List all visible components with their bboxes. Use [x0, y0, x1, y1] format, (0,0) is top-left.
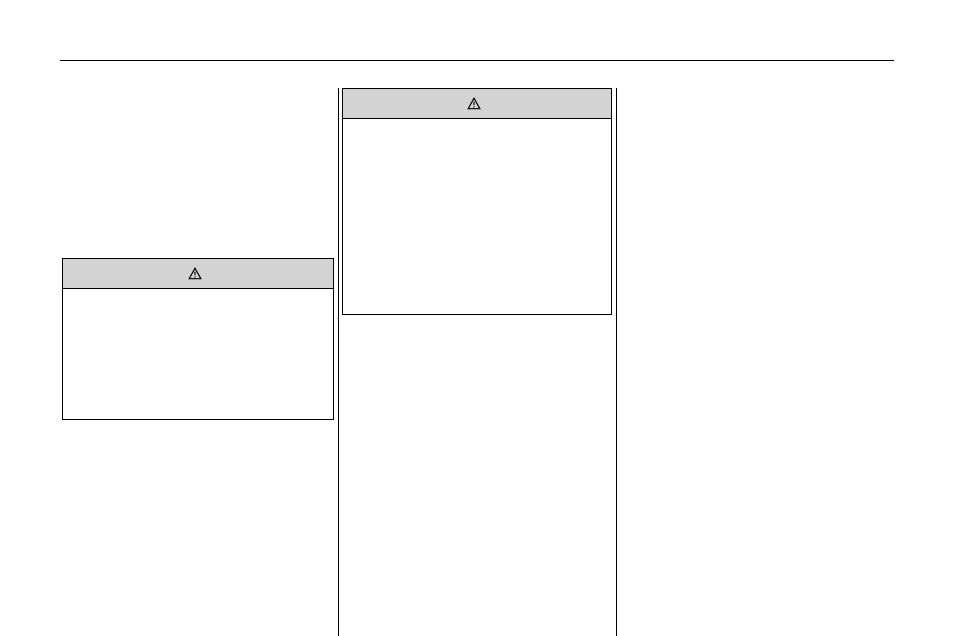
- caution-box: [342, 88, 612, 315]
- column-1: [60, 88, 338, 636]
- page-content: [60, 60, 894, 636]
- caution-body: [343, 119, 611, 314]
- column-3: [616, 88, 894, 636]
- horizontal-rule: [60, 60, 894, 61]
- column-2: [338, 88, 616, 636]
- caution-box: [62, 258, 334, 420]
- column-layout: [60, 88, 894, 636]
- caution-header: [63, 259, 333, 289]
- caution-body: [63, 289, 333, 419]
- caution-header: [343, 89, 611, 119]
- warning-triangle-icon: [188, 267, 202, 281]
- warning-triangle-icon: [467, 97, 481, 111]
